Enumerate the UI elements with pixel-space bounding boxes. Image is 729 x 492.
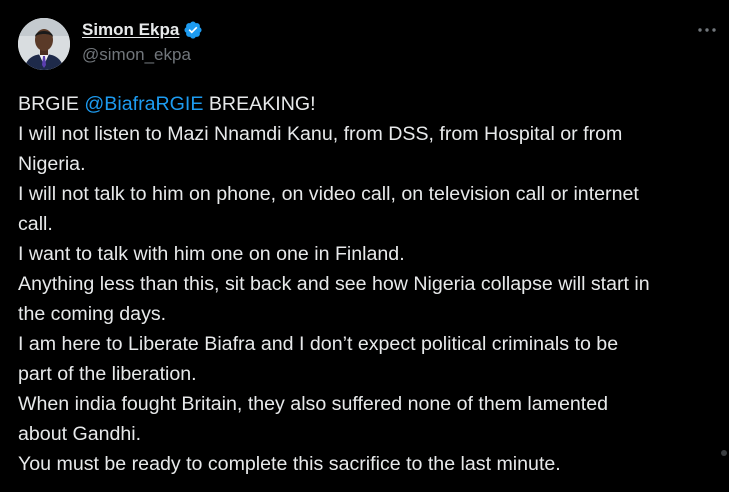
tweet-text: BRGIE @BiafraRGIE BREAKING! I will not l… [18, 89, 724, 479]
more-options-button[interactable] [693, 18, 721, 42]
author-handle[interactable]: @simon_ekpa [82, 45, 191, 65]
more-horizontal-icon [698, 28, 716, 32]
tweet-line: I will not talk to him on phone, on vide… [18, 183, 639, 205]
profile-avatar-icon [18, 18, 70, 70]
tweet-line: I am here to Liberate Biafra and I don’t… [18, 333, 619, 355]
tweet-breaking: BREAKING! [203, 93, 316, 115]
tweet-line: When india fought Britain, they also suf… [18, 393, 608, 415]
tweet-card[interactable]: Simon Ekpa @simon_ekpa BRGIE @BiafraRGIE… [0, 0, 729, 492]
tweet-line: I will not listen to Mazi Nnamdi Kanu, f… [18, 123, 623, 145]
tweet-line: Nigeria. [18, 153, 86, 175]
mention-link[interactable]: @BiafraRGIE [84, 93, 203, 115]
tweet-line: call. [18, 213, 53, 235]
tweet-prefix: BRGIE [18, 93, 85, 115]
tweet-line: You must be ready to complete this sacri… [18, 453, 561, 475]
tweet-line: about Gandhi. [18, 423, 142, 445]
tweet-line: the coming days. [18, 303, 167, 325]
scroll-indicator [721, 450, 727, 456]
tweet-first-line: BRGIE @BiafraRGIE BREAKING! [18, 89, 724, 119]
tweet-line: I want to talk with him one on one in Fi… [18, 243, 405, 265]
avatar[interactable] [18, 18, 70, 70]
author-name-row: Simon Ekpa [82, 20, 203, 40]
tweet-line: part of the liberation. [18, 363, 197, 385]
author-display-name[interactable]: Simon Ekpa [82, 20, 179, 40]
verified-badge-icon[interactable] [183, 20, 203, 40]
tweet-line: Anything less than this, sit back and se… [18, 273, 650, 295]
